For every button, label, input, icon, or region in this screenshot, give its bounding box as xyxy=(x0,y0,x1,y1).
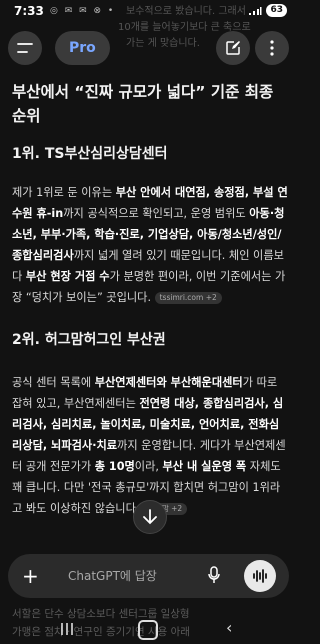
back-icon[interactable]: ‹ xyxy=(226,618,232,637)
notification-icons: ◎ ✉ ✉ ⊗ • xyxy=(50,6,116,16)
message-composer: + ChatGPT에 답장 xyxy=(8,554,289,598)
recent-apps-icon[interactable] xyxy=(60,622,74,636)
edit-icon xyxy=(226,41,240,55)
arrow-down-icon xyxy=(143,509,157,525)
article-title: 부산에서 “진짜 규모가 넓다” 기준 최종 순위 xyxy=(12,83,274,125)
add-attachment-button[interactable]: + xyxy=(22,564,39,588)
voice-mode-button[interactable] xyxy=(244,560,276,592)
new-chat-button[interactable] xyxy=(216,31,250,65)
waveform-icon xyxy=(253,569,267,583)
microphone-icon[interactable] xyxy=(208,566,220,584)
section-1-paragraph: 제가 1위로 둔 이유는 부산 안에서 대연점, 송정점, 부설 연수원 휴-i… xyxy=(12,186,288,304)
menu-button[interactable] xyxy=(8,31,42,65)
system-navigation-bar: ‹ xyxy=(0,610,297,644)
model-selector-button[interactable]: Pro xyxy=(55,31,110,65)
section-2-paragraph: 공식 센터 목록에 부산연제센터와 부산해운대센터가 따로 잡혀 있고, 부산연… xyxy=(12,376,286,515)
message-input[interactable]: ChatGPT에 답장 xyxy=(68,567,157,584)
app-header: Pro xyxy=(0,22,297,74)
section-1-heading: 1위. TS부산심리상담센터 xyxy=(12,146,168,162)
previous-text-fragment: 보수적으로 봤습니다. 그래서 xyxy=(126,6,246,17)
menu-icon xyxy=(17,43,33,53)
scroll-to-bottom-button[interactable] xyxy=(133,500,167,534)
section-2-heading: 2위. 허그맘허그인 부산권 xyxy=(12,332,166,348)
more-options-button[interactable] xyxy=(255,31,289,65)
home-icon[interactable] xyxy=(138,620,158,640)
more-vertical-icon xyxy=(270,40,274,56)
citation-chip-1[interactable]: tssimri.com +2 xyxy=(154,292,222,304)
status-time: 7:33 xyxy=(14,4,44,18)
